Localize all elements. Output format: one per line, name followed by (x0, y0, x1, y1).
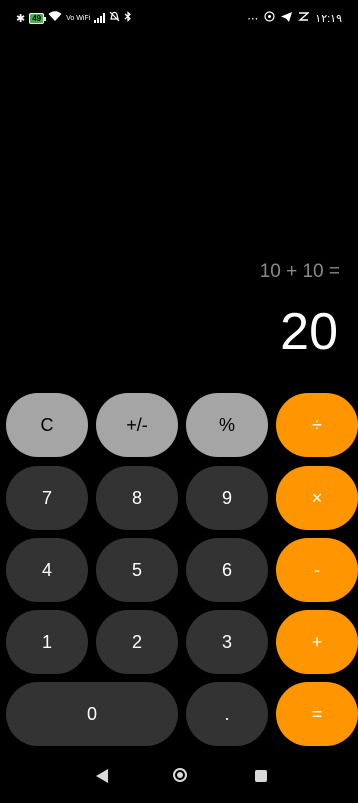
sign-toggle-button[interactable]: +/- (96, 393, 178, 457)
digit-9-button[interactable]: 9 (186, 466, 268, 530)
divide-button[interactable]: ÷ (276, 393, 358, 457)
battery-icon: 49 (29, 12, 47, 24)
result-display: 20 (280, 303, 338, 361)
signal-icon (94, 13, 106, 23)
status-bar: ✱ 49 Vo WiFi ⋯ ١٢:١٩ (0, 0, 358, 36)
digit-1-button[interactable]: 1 (6, 610, 88, 674)
percent-button[interactable]: % (186, 393, 268, 457)
navigation-bar (0, 752, 358, 803)
digit-5-button[interactable]: 5 (96, 538, 178, 602)
digit-7-button[interactable]: 7 (6, 466, 88, 530)
clear-button[interactable]: C (6, 393, 88, 457)
vowifi-label: Vo WiFi (66, 14, 91, 22)
app-notification-icon (264, 11, 275, 25)
recent-apps-icon[interactable] (255, 770, 267, 782)
status-left: ✱ 49 Vo WiFi (16, 11, 132, 25)
equals-button[interactable]: = (276, 682, 358, 746)
wifi-icon (48, 11, 62, 25)
telegram-icon (281, 11, 293, 25)
back-icon[interactable] (96, 769, 108, 783)
mute-icon (109, 11, 120, 25)
digit-6-button[interactable]: 6 (186, 538, 268, 602)
digit-2-button[interactable]: 2 (96, 610, 178, 674)
more-notifications-icon: ⋯ (247, 12, 259, 25)
subtract-button[interactable]: - (276, 538, 358, 602)
sync-icon (298, 11, 311, 25)
multiply-button[interactable]: × (276, 466, 358, 530)
bluetooth-small-icon: ✱ (16, 12, 26, 25)
bluetooth-icon (124, 11, 132, 25)
status-right: ⋯ ١٢:١٩ (247, 11, 342, 25)
home-icon[interactable] (173, 768, 187, 782)
expression-display: 10 + 10 = (259, 261, 340, 282)
clock-text: ١٢:١٩ (315, 12, 342, 25)
digit-0-button[interactable]: 0 (6, 682, 178, 746)
digit-4-button[interactable]: 4 (6, 538, 88, 602)
digit-8-button[interactable]: 8 (96, 466, 178, 530)
digit-3-button[interactable]: 3 (186, 610, 268, 674)
add-button[interactable]: + (276, 610, 358, 674)
decimal-button[interactable]: . (186, 682, 268, 746)
